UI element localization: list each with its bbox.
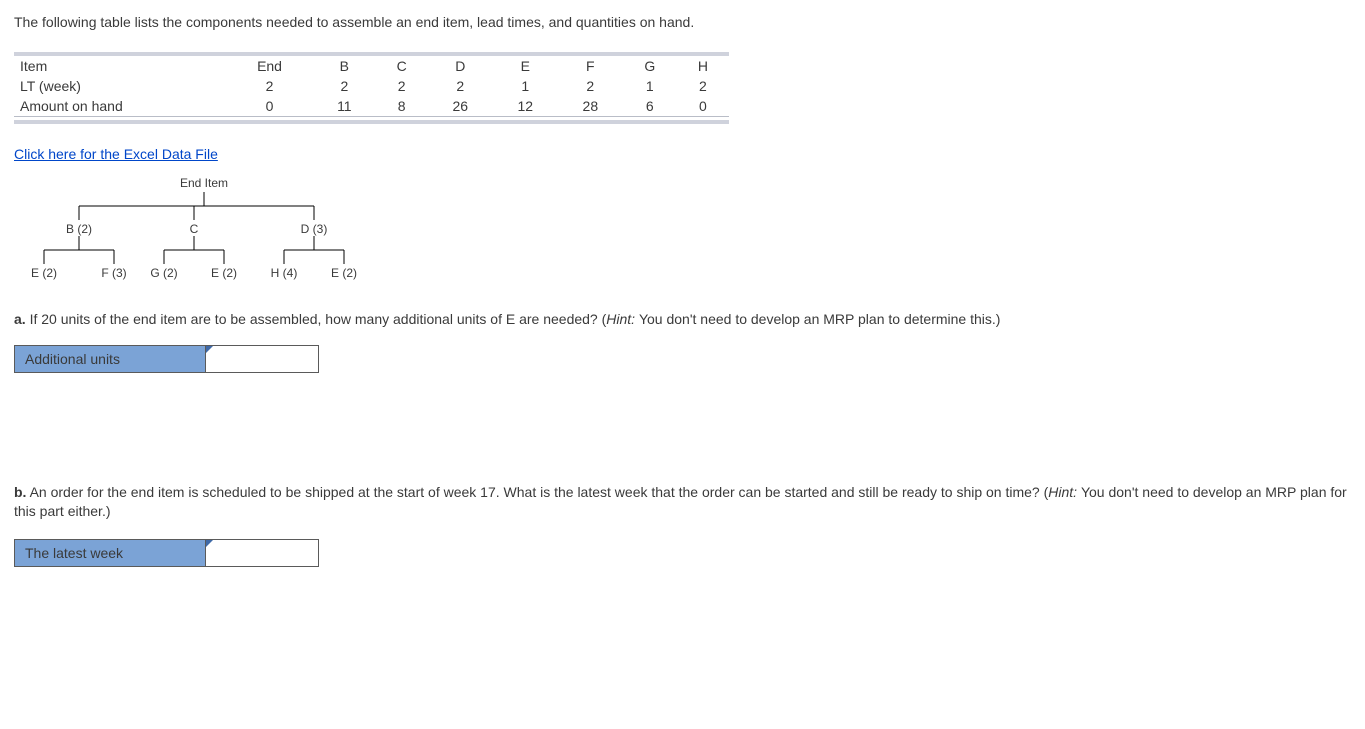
additional-units-input[interactable] [207,347,317,371]
cell: 8 [376,96,428,116]
part-b-label: b. [14,484,26,500]
hint-lead: Hint: [1048,484,1081,500]
corner-mark-icon [206,346,213,353]
cell: D [428,56,493,76]
answer-box-a: Additional units [14,345,319,373]
hint-tail: You don't need to develop an MRP plan to… [639,311,1000,327]
cell: E [493,56,558,76]
row-label: Amount on hand [14,96,226,116]
hint-lead: Hint: [606,311,639,327]
cell: G [623,56,677,76]
cell: F [558,56,623,76]
tree-node: E (2) [211,266,237,280]
cell: 0 [677,96,729,116]
cell: 6 [623,96,677,116]
cell: 1 [493,76,558,96]
cell: 2 [428,76,493,96]
part-a-label: a. [14,311,26,327]
cell: H [677,56,729,76]
cell: 1 [623,76,677,96]
tree-node: H (4) [271,266,298,280]
tree-node: C [190,222,199,236]
corner-mark-icon [206,540,213,547]
latest-week-input[interactable] [207,541,317,565]
tree-node: E (2) [331,266,357,280]
tree-node: B (2) [66,222,92,236]
row-label: Item [14,56,226,76]
components-table: Item End B C D E F G H LT (week) 2 2 2 2… [14,52,729,124]
cell: 0 [226,96,313,116]
intro-text: The following table lists the components… [14,14,1351,30]
part-a-text: If 20 units of the end item are to be as… [30,311,607,327]
cell: B [313,56,376,76]
cell: 26 [428,96,493,116]
question-a: a. If 20 units of the end item are to be… [14,310,1351,329]
answer-label-b: The latest week [15,539,206,566]
tree-root: End Item [180,176,228,190]
cell: 2 [226,76,313,96]
tree-node: E (2) [31,266,57,280]
cell: 11 [313,96,376,116]
cell: C [376,56,428,76]
part-b-text: An order for the end item is scheduled t… [30,484,1049,500]
cell: End [226,56,313,76]
product-tree: End Item B (2) C D (3) E (2) F (3) G (2)… [24,176,384,306]
cell: 28 [558,96,623,116]
cell: 2 [313,76,376,96]
answer-label-a: Additional units [15,345,206,372]
row-label: LT (week) [14,76,226,96]
question-b: b. An order for the end item is schedule… [14,483,1351,521]
tree-node: D (3) [301,222,328,236]
cell: 12 [493,96,558,116]
cell: 2 [558,76,623,96]
cell: 2 [677,76,729,96]
answer-box-b: The latest week [14,539,319,567]
cell: 2 [376,76,428,96]
tree-node: G (2) [150,266,177,280]
excel-data-link[interactable]: Click here for the Excel Data File [14,146,218,162]
tree-node: F (3) [101,266,126,280]
